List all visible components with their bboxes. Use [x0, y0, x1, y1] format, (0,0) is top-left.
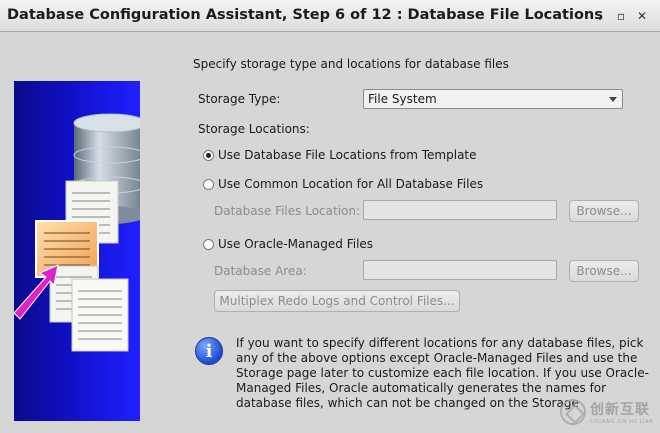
radio-template-locations[interactable]: Use Database File Locations from Templat…	[203, 148, 477, 162]
storage-type-select[interactable]: File System	[363, 89, 623, 109]
title-bar[interactable]: Database Configuration Assistant, Step 6…	[0, 0, 660, 32]
watermark-logo-icon	[560, 399, 586, 425]
browse-area-button[interactable]: Browse...	[569, 260, 639, 282]
radio-oracle-managed[interactable]: Use Oracle-Managed Files	[203, 237, 373, 251]
database-area-input[interactable]	[363, 260, 557, 280]
info-text-line: any of the above options except Oracle-M…	[236, 351, 638, 365]
info-icon: i	[195, 337, 223, 365]
radio-button[interactable]	[203, 238, 214, 250]
database-files-location-label: Database Files Location:	[214, 204, 361, 218]
database-files-illustration	[14, 113, 140, 352]
wizard-graphic	[14, 81, 140, 421]
minimize-icon[interactable]: ⌄	[592, 8, 608, 24]
info-text-line: If you want to specify different locatio…	[236, 336, 644, 350]
watermark-subtext: CHUANG XIN HU LIAN	[590, 419, 654, 425]
watermark-text: 创新互联	[590, 402, 650, 418]
multiplex-redo-logs-button[interactable]: Multiplex Redo Logs and Control Files...	[214, 290, 460, 312]
storage-type-label: Storage Type:	[198, 92, 281, 106]
radio-common-location[interactable]: Use Common Location for All Database Fil…	[203, 177, 483, 191]
document-stack-icon	[49, 265, 129, 352]
watermark: 创新互联 CHUANG XIN HU LIAN	[560, 395, 660, 429]
close-icon[interactable]: ✕	[634, 8, 650, 24]
radio-label: Use Oracle-Managed Files	[218, 237, 374, 251]
storage-locations-label: Storage Locations:	[198, 122, 310, 136]
radio-button[interactable]	[203, 149, 214, 161]
chevron-down-icon	[609, 97, 617, 102]
info-text-line: Storage page later to customize each fil…	[236, 366, 649, 380]
storage-type-value: File System	[368, 92, 437, 106]
window-title: Database Configuration Assistant, Step 6…	[7, 7, 603, 23]
database-files-location-input[interactable]	[363, 200, 557, 220]
radio-button[interactable]	[203, 178, 214, 190]
panel-description: Specify storage type and locations for d…	[193, 57, 509, 71]
radio-label: Use Database File Locations from Templat…	[218, 148, 477, 162]
browse-files-location-button[interactable]: Browse...	[569, 200, 639, 222]
radio-label: Use Common Location for All Database Fil…	[218, 177, 484, 191]
database-area-label: Database Area:	[214, 264, 307, 278]
maximize-icon[interactable]: ▫	[613, 8, 629, 24]
info-text-line: Managed Files, Oracle automatically gene…	[236, 381, 607, 395]
